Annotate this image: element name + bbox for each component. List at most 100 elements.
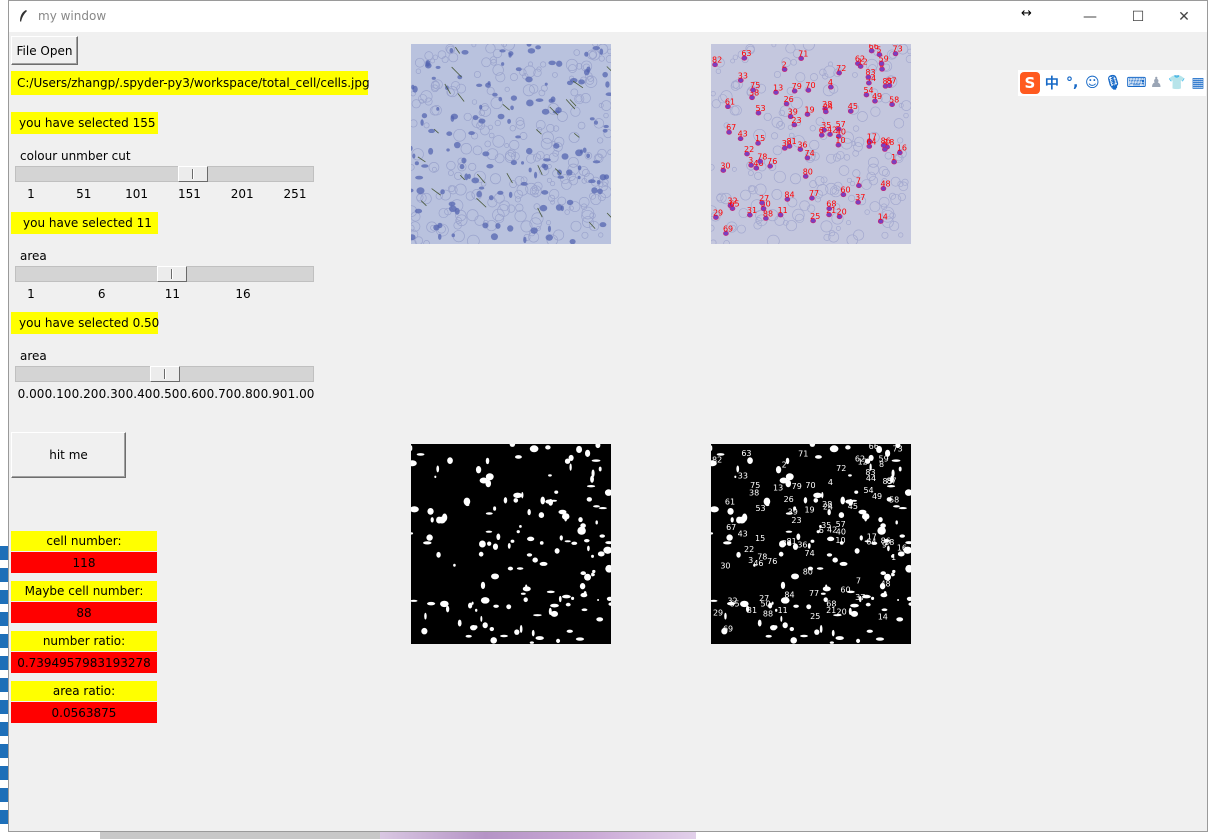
svg-text:78: 78 xyxy=(757,152,767,161)
svg-text:78: 78 xyxy=(757,552,767,561)
svg-text:63: 63 xyxy=(741,449,751,458)
sogou-logo-icon[interactable]: S xyxy=(1020,72,1040,94)
svg-text:24: 24 xyxy=(823,103,833,112)
slider-tick-label: 151 xyxy=(177,187,201,201)
minimize-button[interactable]: — xyxy=(1067,1,1113,32)
maybe-cell-number-label: Maybe cell number: xyxy=(11,581,157,601)
slider-tick-label: 0.10 xyxy=(44,387,72,401)
svg-text:76: 76 xyxy=(767,157,777,166)
keyboard-icon[interactable]: ⌨ xyxy=(1126,75,1146,91)
ratio-slider[interactable] xyxy=(15,366,314,382)
svg-text:75: 75 xyxy=(750,81,760,90)
svg-text:4: 4 xyxy=(828,78,833,87)
svg-text:84: 84 xyxy=(784,590,794,599)
close-button[interactable]: ✕ xyxy=(1161,1,1207,32)
svg-text:70: 70 xyxy=(805,81,815,90)
colour-cut-slider[interactable] xyxy=(15,166,314,182)
svg-text:26: 26 xyxy=(784,495,794,504)
svg-text:11: 11 xyxy=(778,606,788,615)
annotated-cell-image: 8279777169862575459585053494846434442454… xyxy=(711,44,911,244)
slider-tick-label: 0.50 xyxy=(152,387,180,401)
svg-text:16: 16 xyxy=(897,144,907,153)
svg-text:60: 60 xyxy=(840,586,850,595)
desktop-right-strip xyxy=(1208,0,1216,839)
svg-text:82: 82 xyxy=(712,56,722,65)
svg-text:19: 19 xyxy=(804,105,814,114)
slider-tick-label: 1 xyxy=(27,187,35,201)
svg-text:72: 72 xyxy=(836,64,846,73)
file-open-button[interactable]: File Open xyxy=(11,36,78,65)
svg-text:16: 16 xyxy=(897,544,907,553)
svg-text:86: 86 xyxy=(881,136,891,145)
svg-text:40: 40 xyxy=(836,127,846,136)
title-bar[interactable]: my window ↔ — ☐ ✕ xyxy=(9,1,1207,32)
slider-tick-label: 1.00 xyxy=(287,387,315,401)
svg-text:80: 80 xyxy=(803,167,813,176)
slider-tick-label: 0.90 xyxy=(260,387,288,401)
slider-thumb[interactable] xyxy=(177,166,208,182)
hit-me-button[interactable]: hit me xyxy=(11,432,126,478)
slider2-label: area xyxy=(20,249,47,263)
app-window: my window ↔ — ☐ ✕ File Open C:/Users/zha… xyxy=(8,0,1208,832)
user-icon[interactable]: ♟ xyxy=(1148,75,1164,91)
binary-mask-image xyxy=(411,444,611,644)
svg-text:67: 67 xyxy=(726,523,736,532)
svg-text:40: 40 xyxy=(836,527,846,536)
emoji-icon[interactable]: ☺ xyxy=(1084,75,1100,91)
svg-text:88: 88 xyxy=(763,609,773,618)
microphone-icon[interactable]: 🎙 xyxy=(1104,75,1122,91)
svg-text:61: 61 xyxy=(725,498,735,507)
window-title: my window xyxy=(38,9,107,23)
slider-tick-label: 1 xyxy=(27,287,35,301)
svg-text:48: 48 xyxy=(880,180,890,189)
svg-text:79: 79 xyxy=(792,82,802,91)
skin-icon[interactable]: 👕 xyxy=(1168,75,1185,91)
svg-text:13: 13 xyxy=(773,83,783,92)
svg-text:23: 23 xyxy=(791,516,801,525)
slider3-label: area xyxy=(20,349,47,363)
svg-text:58: 58 xyxy=(889,496,899,505)
maximize-button[interactable]: ☐ xyxy=(1115,1,1161,32)
svg-text:64: 64 xyxy=(866,537,876,546)
slider-tick-label: 51 xyxy=(76,187,92,201)
original-cell-image xyxy=(411,44,611,244)
svg-text:10: 10 xyxy=(835,536,845,545)
svg-text:48: 48 xyxy=(880,580,890,589)
svg-text:49: 49 xyxy=(872,492,882,501)
svg-text:14: 14 xyxy=(878,212,888,221)
svg-text:30: 30 xyxy=(720,161,730,170)
slider-tick-label: 0.60 xyxy=(179,387,207,401)
slider-thumb[interactable] xyxy=(149,366,180,382)
svg-text:80: 80 xyxy=(803,567,813,576)
svg-text:65: 65 xyxy=(729,200,739,209)
slider-tick-label: 16 xyxy=(235,287,251,301)
svg-text:22: 22 xyxy=(744,145,754,154)
slider1-selected-label: you have selected 155 xyxy=(11,112,158,134)
svg-text:76: 76 xyxy=(767,557,777,566)
slider-thumb[interactable] xyxy=(156,266,187,282)
ime-toolbar[interactable]: S 中 °, ☺ 🎙 ⌨ ♟ 👕 ▦ xyxy=(1018,70,1206,96)
svg-text:2: 2 xyxy=(782,460,787,469)
svg-text:23: 23 xyxy=(791,116,801,125)
number-ratio-label: number ratio: xyxy=(11,631,157,651)
svg-text:24: 24 xyxy=(823,503,833,512)
svg-text:27: 27 xyxy=(759,194,769,203)
punctuation-toggle[interactable]: °, xyxy=(1064,75,1080,91)
chinese-mode-toggle[interactable]: 中 xyxy=(1044,73,1060,93)
svg-text:11: 11 xyxy=(778,206,788,215)
toolbox-icon[interactable]: ▦ xyxy=(1190,75,1206,91)
svg-text:29: 29 xyxy=(713,608,723,617)
maybe-cell-number-value: 88 xyxy=(11,602,157,623)
resize-cursor-icon: ↔ xyxy=(1021,6,1032,21)
svg-text:81: 81 xyxy=(787,537,797,546)
slider-tick-label: 0.30 xyxy=(98,387,126,401)
svg-text:60: 60 xyxy=(840,186,850,195)
svg-text:61: 61 xyxy=(725,98,735,107)
svg-text:45: 45 xyxy=(848,502,858,511)
svg-text:49: 49 xyxy=(872,92,882,101)
slider-tick-label: 201 xyxy=(230,187,254,201)
svg-text:6: 6 xyxy=(819,126,824,135)
svg-text:13: 13 xyxy=(773,483,783,492)
svg-text:12: 12 xyxy=(858,57,868,66)
area-slider[interactable] xyxy=(15,266,314,282)
